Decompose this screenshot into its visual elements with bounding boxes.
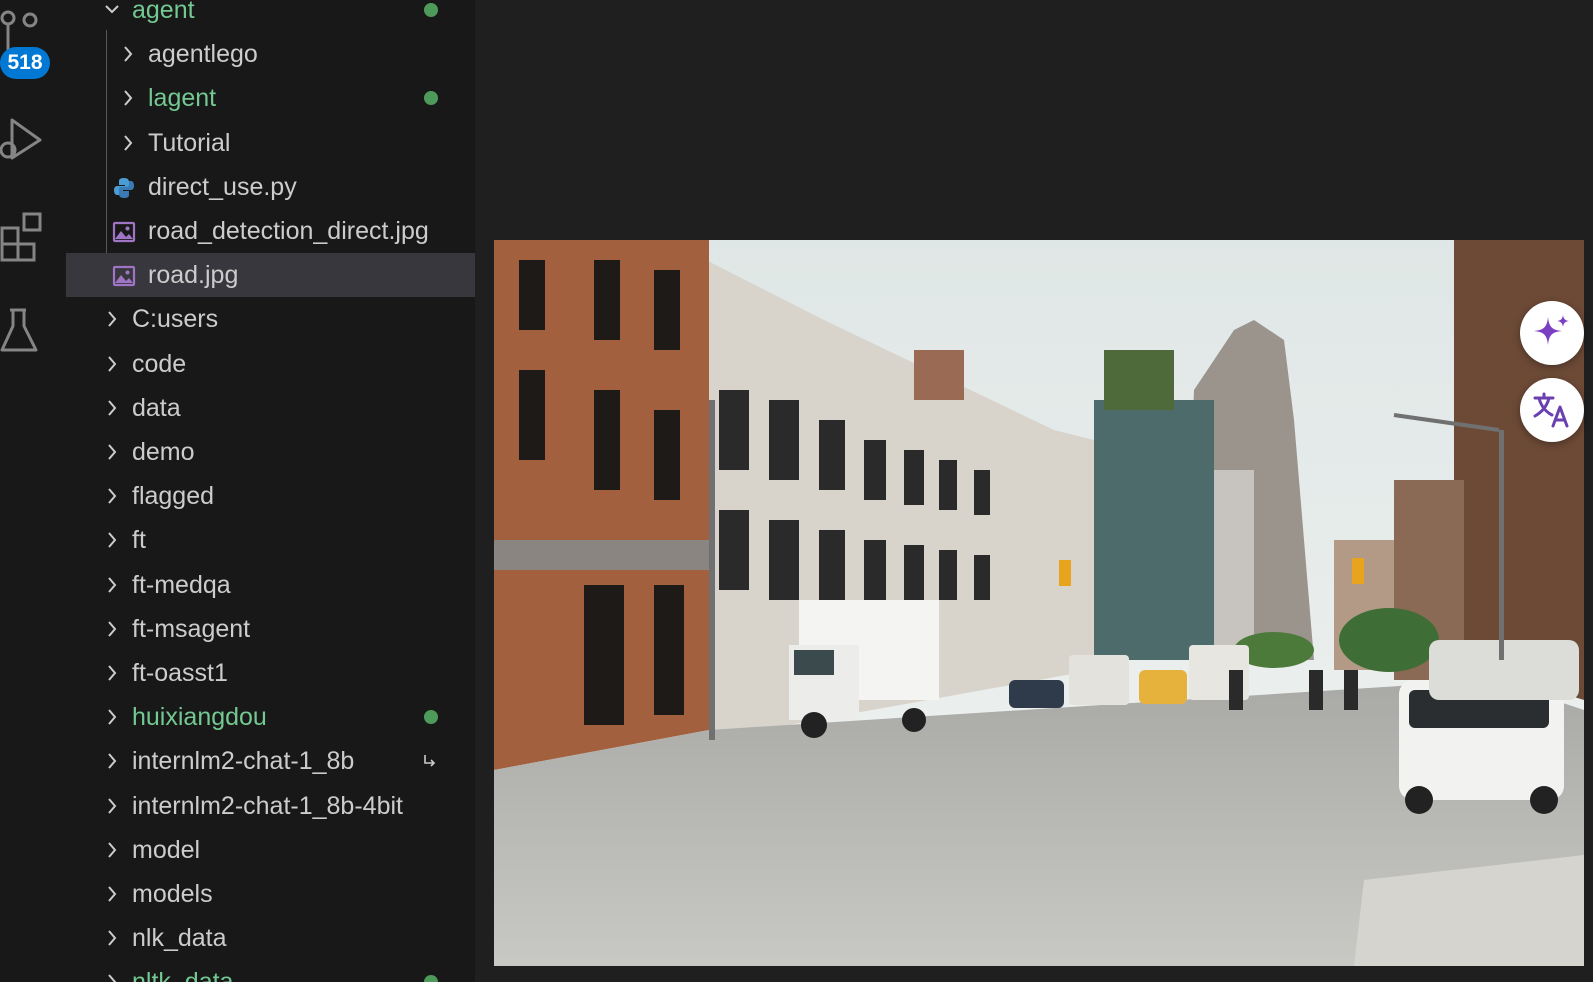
translate-icon <box>1533 392 1569 428</box>
sparkle-ai-icon <box>1534 315 1569 345</box>
activity-bar: 518 <box>0 0 66 982</box>
chevron-right-icon[interactable] <box>104 443 120 461</box>
chevron-right-icon[interactable] <box>104 531 120 549</box>
item-label: models <box>132 880 213 908</box>
chevron-right-icon[interactable] <box>104 797 120 815</box>
item-label: road_detection_direct.jpg <box>148 217 429 245</box>
item-label: road.jpg <box>148 261 239 290</box>
chevron-right-icon[interactable] <box>104 399 120 417</box>
folder-item-ft-oasst1[interactable]: ft-oasst1 <box>66 651 475 695</box>
chevron-right-icon[interactable] <box>120 134 136 152</box>
git-modified-dot <box>424 975 438 982</box>
extensions-icon[interactable] <box>0 212 60 264</box>
item-label: ft-oasst1 <box>132 659 228 687</box>
item-label: direct_use.py <box>148 172 297 201</box>
item-label: ft-msagent <box>132 614 251 643</box>
image-file-icon <box>112 221 136 243</box>
item-label: demo <box>132 438 195 466</box>
folder-item-code[interactable]: code <box>66 342 475 386</box>
item-label: lagent <box>148 84 217 113</box>
folder-item-huixiangdou[interactable]: huixiangdou <box>66 695 475 739</box>
folder-item-lagent[interactable]: lagent <box>66 76 475 120</box>
run-debug-icon[interactable] <box>0 116 60 168</box>
folder-item-ft-msagent[interactable]: ft-msagent <box>66 607 475 651</box>
chevron-right-icon[interactable] <box>120 45 136 63</box>
chevron-right-icon[interactable] <box>104 885 120 903</box>
file-item-road-detection-direct-jpg[interactable]: road_detection_direct.jpg <box>66 209 475 253</box>
chevron-right-icon[interactable] <box>104 355 120 373</box>
chevron-right-icon[interactable] <box>104 664 120 682</box>
item-label: Tutorial <box>148 128 231 157</box>
item-label: ft <box>132 526 146 555</box>
street-photo <box>494 240 1584 966</box>
chevron-right-icon[interactable] <box>104 576 120 594</box>
folder-item-internlm2-chat-1-8b[interactable]: internlm2-chat-1_8b <box>66 739 475 783</box>
explorer-panel: agent agentlego lagent Tutorial direct_use.p… <box>66 0 475 982</box>
file-item-road-jpg[interactable]: road.jpg <box>66 253 475 298</box>
file-item-direct-use-py[interactable]: direct_use.py <box>66 165 475 209</box>
symlink-arrow-icon <box>424 755 436 767</box>
folder-item-internlm2-chat-1-8b-4bit[interactable]: internlm2-chat-1_8b-4bit <box>66 784 475 828</box>
chevron-right-icon[interactable] <box>104 929 120 947</box>
item-label: data <box>132 393 181 422</box>
item-label: huixiangdou <box>132 703 267 732</box>
folder-item-nltk-data[interactable]: nltk_data <box>66 960 475 982</box>
chevron-right-icon[interactable] <box>104 487 120 505</box>
item-label: ft-medqa <box>132 570 231 599</box>
folder-item-ft[interactable]: ft <box>66 518 475 562</box>
chevron-right-icon[interactable] <box>104 752 120 770</box>
git-modified-dot <box>424 91 438 106</box>
item-label: flagged <box>132 482 215 511</box>
chevron-right-icon[interactable] <box>104 708 120 726</box>
folder-item-data[interactable]: data <box>66 386 475 430</box>
testing-icon[interactable] <box>0 306 60 356</box>
folder-item-flagged[interactable]: flagged <box>66 474 475 518</box>
item-label: nlk_data <box>132 924 227 953</box>
chevron-right-icon[interactable] <box>104 310 120 328</box>
folder-item-c-users[interactable]: C:users <box>66 297 475 341</box>
folder-item-nlk-data[interactable]: nlk_data <box>66 916 475 960</box>
git-modified-dot <box>424 3 438 17</box>
item-label: internlm2-chat-1_8b <box>132 747 355 776</box>
chevron-right-icon[interactable] <box>104 973 120 982</box>
item-label: code <box>132 349 187 378</box>
folder-item-model[interactable]: model <box>66 828 475 872</box>
source-control-badge: 518 <box>0 47 50 79</box>
chevron-right-icon[interactable] <box>120 89 136 107</box>
image-file-icon <box>112 266 136 287</box>
chevron-right-icon[interactable] <box>104 841 120 859</box>
folder-item-ft-medqa[interactable]: ft-medqa <box>66 563 475 607</box>
chevron-right-icon[interactable] <box>104 620 120 638</box>
source-control-icon[interactable] <box>0 10 60 50</box>
ai-assist-button[interactable] <box>1520 301 1584 365</box>
item-label: agentlego <box>148 40 258 69</box>
translate-button[interactable] <box>1520 378 1584 442</box>
git-modified-dot <box>424 710 438 725</box>
image-preview[interactable] <box>494 240 1584 966</box>
item-label: model <box>132 835 201 864</box>
item-label: agent <box>132 0 195 24</box>
chevron-down-icon[interactable] <box>104 1 120 19</box>
folder-item-demo[interactable]: demo <box>66 430 475 474</box>
folder-item-agentlego[interactable]: agentlego <box>66 32 475 76</box>
folder-item-agent[interactable]: agent <box>66 0 475 32</box>
item-label: nltk_data <box>132 966 233 982</box>
item-label: internlm2-chat-1_8b-4bit <box>132 791 403 820</box>
folder-item-tutorial[interactable]: Tutorial <box>66 121 475 165</box>
folder-item-models[interactable]: models <box>66 872 475 916</box>
python-file-icon <box>114 177 134 198</box>
item-label: C:users <box>132 305 219 334</box>
